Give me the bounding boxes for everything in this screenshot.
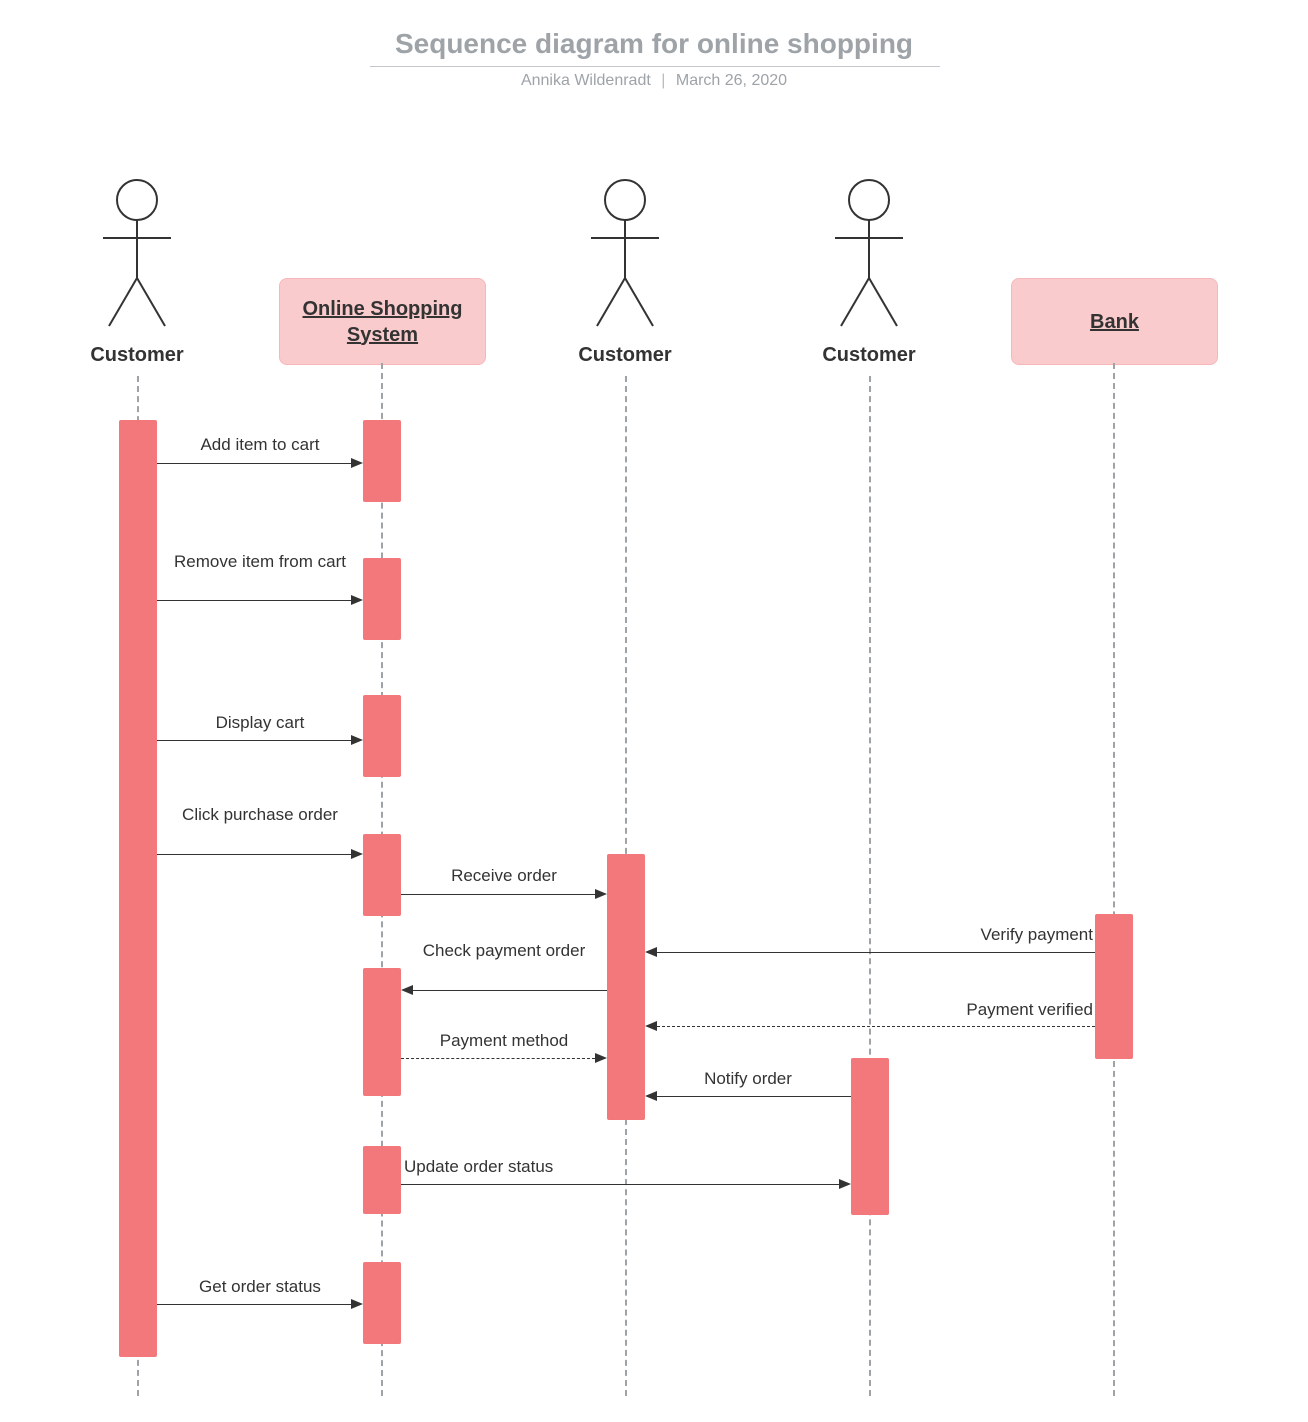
page-title: Sequence diagram for online shopping	[0, 28, 1308, 60]
participant-label: Bank	[1090, 309, 1139, 335]
activation-customer-1	[119, 420, 157, 1357]
message-label: Display cart	[160, 712, 360, 733]
activation-system-6	[363, 1146, 401, 1214]
actor-label: Customer	[90, 344, 183, 367]
message-arrow	[157, 463, 363, 464]
lifeline-customer-3	[869, 376, 871, 1396]
message-label: Remove item from cart	[160, 551, 360, 572]
message-label: Notify order	[648, 1068, 848, 1089]
message-arrow	[401, 990, 607, 991]
activation-system-4	[363, 834, 401, 916]
activation-customer-2	[607, 854, 645, 1120]
author-name: Annika Wildenradt	[521, 72, 651, 89]
actor-customer-2: Customer	[585, 178, 665, 358]
participant-label: Online Shopping System	[280, 296, 485, 348]
message-arrow	[157, 1304, 363, 1305]
actor-customer-3: Customer	[829, 178, 909, 358]
message-arrow	[401, 1058, 607, 1059]
message-arrow	[401, 1184, 851, 1185]
activation-bank	[1095, 914, 1133, 1059]
message-arrow	[401, 894, 607, 895]
message-arrow	[157, 854, 363, 855]
message-label: Verify payment	[848, 924, 1093, 945]
participant-box-bank: Bank	[1011, 278, 1218, 365]
activation-system-3	[363, 695, 401, 777]
actor-label: Customer	[578, 344, 671, 367]
message-label: Add item to cart	[160, 434, 360, 455]
title-divider	[370, 66, 940, 67]
message-arrow	[645, 1026, 1095, 1027]
date-text: March 26, 2020	[676, 72, 787, 89]
actor-label: Customer	[822, 344, 915, 367]
lifeline-bank	[1113, 363, 1115, 1396]
message-label: Get order status	[160, 1276, 360, 1297]
actor-customer-1: Customer	[97, 178, 177, 358]
message-label: Payment method	[404, 1030, 604, 1051]
byline: Annika Wildenradt | March 26, 2020	[0, 72, 1308, 90]
message-label: Click purchase order	[160, 804, 360, 825]
message-label: Receive order	[404, 865, 604, 886]
participant-box-system: Online Shopping System	[279, 278, 486, 365]
byline-separator: |	[661, 72, 665, 89]
activation-system-7	[363, 1262, 401, 1344]
message-arrow	[645, 952, 1095, 953]
message-label: Payment verified	[848, 999, 1093, 1020]
message-label: Check payment order	[404, 940, 604, 961]
message-arrow	[157, 600, 363, 601]
activation-system-5	[363, 968, 401, 1096]
activation-system-1	[363, 420, 401, 502]
activation-customer-3	[851, 1058, 889, 1215]
message-arrow	[157, 740, 363, 741]
message-label: Update order status	[404, 1156, 649, 1177]
message-arrow	[645, 1096, 851, 1097]
activation-system-2	[363, 558, 401, 640]
